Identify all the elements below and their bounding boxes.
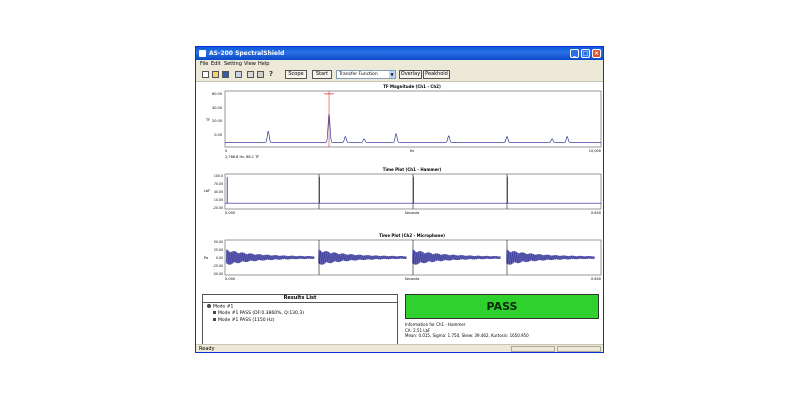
tf-ytick: 60.00 [212,92,222,96]
title-bar[interactable]: AS-200 SpectralShield _ □ × [196,47,603,60]
ch2-ytick: -50.00 [213,272,223,276]
results-item-label: Mode #1 [213,304,234,310]
tf-ytick: 20.00 [212,119,222,123]
status-bar: Ready [196,344,603,352]
ch2-chart-title: Time Plot (Ch2 - Microphone) [379,233,445,238]
start-button[interactable]: Start [312,70,332,79]
ch2-ylabel: Pa [204,256,208,260]
help-icon[interactable]: ? [269,71,276,78]
window-title: AS-200 SpectralShield [209,50,285,57]
menu-help[interactable]: Help [258,60,269,68]
toolbar: ? Scope Start Transfer Function ▼ Overla… [196,68,603,82]
minimize-button[interactable]: _ [570,49,579,58]
save-icon[interactable] [222,71,229,78]
tf-ytick: 0.00 [214,133,222,137]
close-button[interactable]: × [592,49,601,58]
ch2-ytick: 50.00 [214,240,223,244]
results-list-title: Results List [203,295,397,303]
results-item-label: Mode #1 PASS (1150 Hz) [218,318,275,323]
open-icon[interactable] [212,71,219,78]
ch1-ytick: -20.00 [213,206,223,210]
ch1-ytick: 10.00 [214,198,223,202]
ch2-xtick: 0.000 [225,277,235,281]
tf-xtick: 0 [225,149,227,153]
result-bullet-icon [213,318,216,321]
tf-xlabel: Hz [410,149,415,153]
pass-indicator: PASS [405,294,599,319]
export-icon[interactable] [247,71,254,78]
results-item[interactable]: Mode #1 PASS (DF:0.3860%, Q:130.3) [213,311,304,317]
ch1-ytick: 100.0 [214,174,223,178]
ch2-ytick: 0.00 [216,256,223,260]
ch2-xlabel: Seconds [405,277,420,281]
info-heading: Information for Ch1 - Hammer [405,322,466,327]
tf-plot-area[interactable] [224,90,602,148]
menu-setting[interactable]: Setting [224,60,242,68]
scope-button[interactable]: Scope [285,70,307,79]
ch1-xlabel: Seconds [405,211,420,215]
results-item[interactable]: Mode #1 [207,304,233,311]
mode-node-icon [207,304,211,308]
tf-ytick: 40.00 [212,106,222,110]
ch1-xtick: 0.000 [225,211,235,215]
status-pane [511,346,555,352]
maximize-button[interactable]: □ [581,49,590,58]
tf-chart-title: TF Magnitude (Ch1 - Ch2) [383,84,441,89]
new-icon[interactable] [202,71,209,78]
peakhold-button[interactable]: Peakhold [423,70,450,79]
mode-select[interactable]: Transfer Function ▼ [336,70,396,79]
ch1-ylabel: LbF [204,189,210,193]
status-text: Ready [199,346,215,352]
results-item-label: Mode #1 PASS (DF:0.3860%, Q:130.3) [218,311,304,316]
mode-select-value: Transfer Function [339,72,378,77]
menu-view[interactable]: View [244,60,256,68]
menu-edit[interactable]: Edit [211,60,221,68]
info-line-2: Mean: 0.015, Sigma: 1.750, Skew: 39.462,… [405,333,529,338]
result-bullet-icon [213,311,216,314]
results-item[interactable]: Mode #1 PASS (1150 Hz) [213,318,275,324]
menu-file[interactable]: File [200,60,208,68]
print-icon[interactable] [257,71,264,78]
tf-cursor-readout: 2,766.8 Hz, 66.1 TF [225,155,259,159]
ch1-ytick: 40.00 [214,190,223,194]
tf-xtick: 10,000 [589,149,601,153]
app-icon [199,50,206,57]
app-window: AS-200 SpectralShield _ □ × File Edit Se… [195,46,604,353]
copy-icon[interactable] [235,71,242,78]
ch1-xtick: 0.640 [591,211,601,215]
ch2-ytick: -25.00 [213,264,223,268]
overlay-button[interactable]: Overlay [399,70,422,79]
tf-ylabel: TF [205,118,210,122]
chevron-down-icon[interactable]: ▼ [389,71,395,78]
ch1-chart-title: Time Plot (Ch1 - Hammer) [383,167,442,172]
ch1-ytick: 70.00 [214,182,223,186]
menu-bar: File Edit Setting View Help [196,60,603,68]
status-pane [557,346,601,352]
ch2-ytick: 25.00 [214,248,223,252]
ch2-xtick: 0.640 [591,277,601,281]
